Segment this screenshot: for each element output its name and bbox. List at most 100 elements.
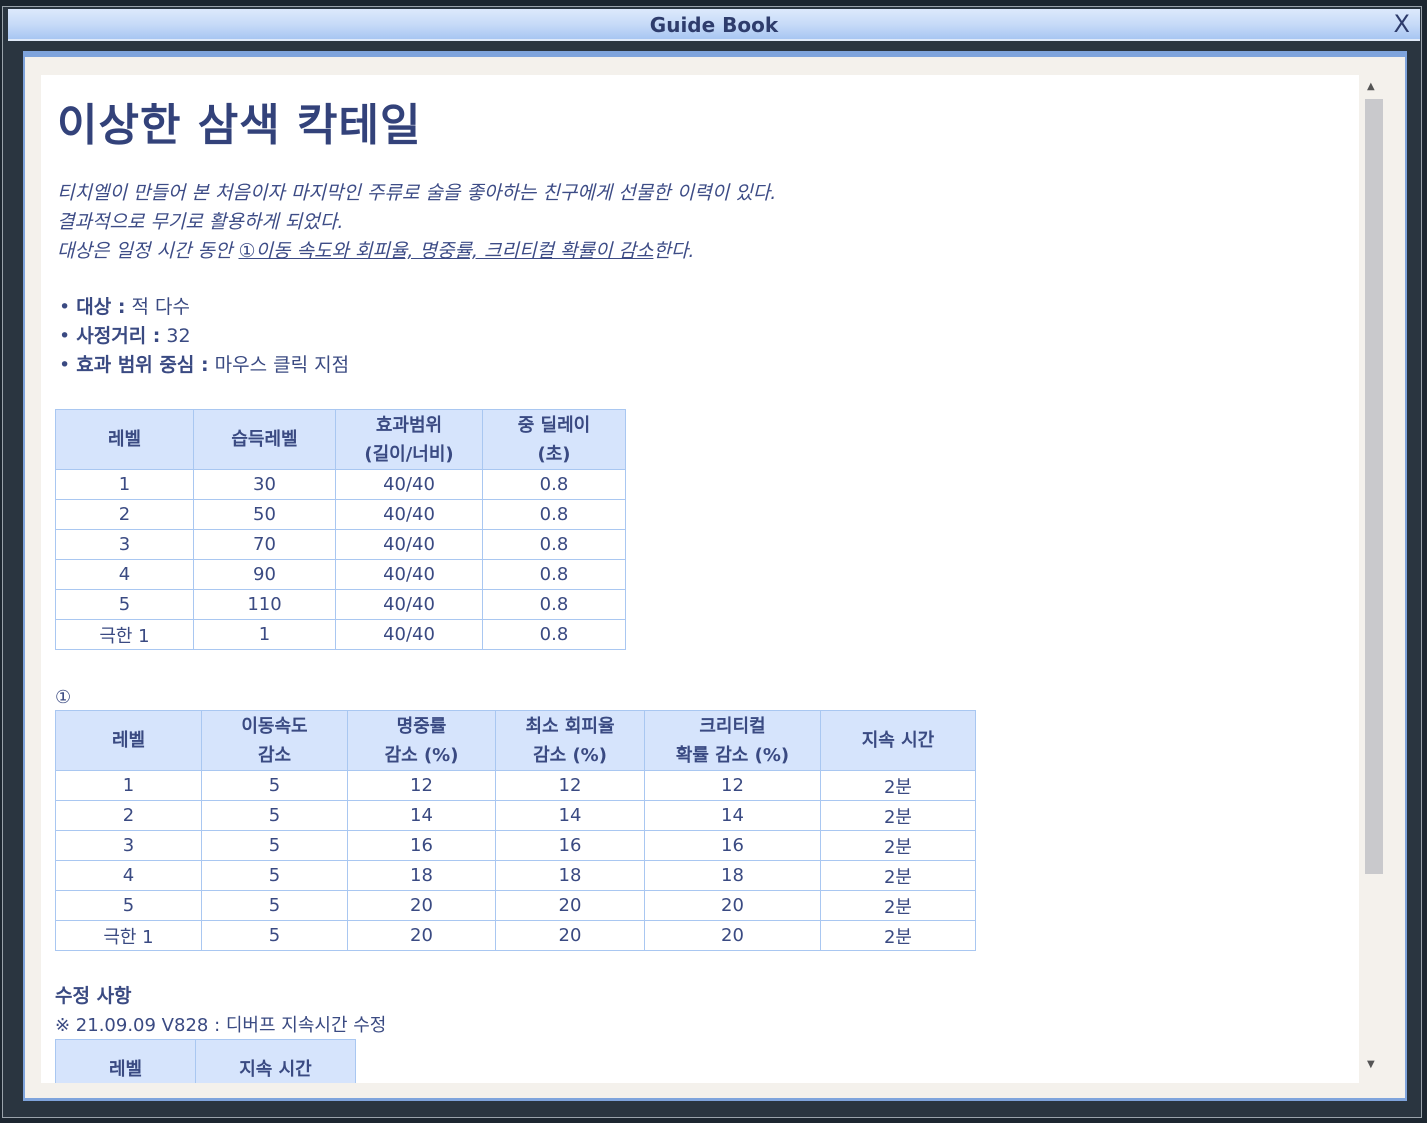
table-cell: 20 xyxy=(495,920,645,951)
table-cell: 40/40 xyxy=(335,469,483,500)
close-icon[interactable]: X xyxy=(1394,10,1410,38)
level-table: 레벨 습득레벨 효과범위 (길이/너비) 중 딜레이 (초) 1 30 40/40 0.8 2 50 4… xyxy=(55,409,626,650)
table-row: 극한 1 5 20 20 20 2분 xyxy=(55,920,976,951)
header-row: 레벨 이동속도 감소 명중률 감소 (%) 최소 회피율 감소 (%) 크리티컬 확률 감소 (… xyxy=(55,710,976,771)
table-cell: 50 xyxy=(193,499,336,530)
table-cell: 30 xyxy=(193,469,336,500)
table-cell: 18 xyxy=(347,860,496,891)
table-cell: 40/40 xyxy=(335,529,483,560)
table-cell: 5 xyxy=(201,860,348,891)
table-cell: 40/40 xyxy=(335,559,483,590)
table-row: 2 50 40/40 0.8 xyxy=(55,499,626,530)
list-item: • 사정거리 : 32 xyxy=(59,325,191,347)
change-table: 레벨 지속 시간 xyxy=(55,1039,356,1083)
table-cell: 0.8 xyxy=(482,619,626,650)
table-cell: 0.8 xyxy=(482,469,626,500)
table-cell: 1 xyxy=(193,619,336,650)
column-header: 효과범위 (길이/너비) xyxy=(335,409,483,470)
table-cell: 12 xyxy=(495,770,645,801)
table-cell: 20 xyxy=(644,920,821,951)
table-cell: 5 xyxy=(201,830,348,861)
table-cell: 18 xyxy=(644,860,821,891)
table-cell: 110 xyxy=(193,589,336,620)
table-cell: 12 xyxy=(644,770,821,801)
column-header: 지속 시간 xyxy=(820,710,976,771)
table-row: 2 5 14 14 14 2분 xyxy=(55,800,976,831)
desc-text: 대상은 일정 시간 동안 xyxy=(57,240,239,262)
scroll-up-icon[interactable]: ▲ xyxy=(1367,81,1375,92)
guide-content: 이상한 삼색 칵테일 티치엘이 만들어 본 처음이자 마지막인 주류로 술을 좋… xyxy=(41,75,1359,1083)
column-header: 레벨 xyxy=(55,409,194,470)
table-cell: 2분 xyxy=(820,830,976,861)
table-cell: 1 xyxy=(55,770,202,801)
table-cell: 5 xyxy=(55,589,194,620)
table-cell: 5 xyxy=(201,770,348,801)
table-cell: 16 xyxy=(495,830,645,861)
table-cell: 4 xyxy=(55,559,194,590)
table-row: 5 5 20 20 20 2분 xyxy=(55,890,976,921)
table-cell: 16 xyxy=(644,830,821,861)
table-cell: 16 xyxy=(347,830,496,861)
table-cell: 5 xyxy=(55,890,202,921)
column-header: 레벨 xyxy=(55,1039,196,1083)
table-cell: 2분 xyxy=(820,770,976,801)
desc-link[interactable]: ①이동 속도와 회피율, 명중률, 크리티컬 확률이 감소 xyxy=(238,240,653,262)
table-cell: 5 xyxy=(201,920,348,951)
table-cell: 20 xyxy=(495,890,645,921)
column-header: 크리티컬 확률 감소 (%) xyxy=(644,710,821,771)
title-bar[interactable]: Guide Book X xyxy=(8,9,1420,41)
scrollbar[interactable]: ▲ ▼ xyxy=(1361,75,1385,1083)
column-header: 이동속도 감소 xyxy=(201,710,348,771)
list-item: • 효과 범위 중심 : 마우스 클릭 지점 xyxy=(59,354,350,376)
table-row: 4 5 18 18 18 2분 xyxy=(55,860,976,891)
table-cell: 2 xyxy=(55,499,194,530)
table-row: 1 5 12 12 12 2분 xyxy=(55,770,976,801)
table-cell: 14 xyxy=(347,800,496,831)
scroll-thumb[interactable] xyxy=(1365,99,1383,874)
table-cell: 18 xyxy=(495,860,645,891)
table-cell: 2 xyxy=(55,800,202,831)
content-panel: 이상한 삼색 칵테일 티치엘이 만들어 본 처음이자 마지막인 주류로 술을 좋… xyxy=(23,51,1407,1101)
table-cell: 12 xyxy=(347,770,496,801)
table-row: 4 90 40/40 0.8 xyxy=(55,559,626,590)
window-title: Guide Book xyxy=(649,13,779,37)
table-row: 1 30 40/40 0.8 xyxy=(55,469,626,500)
desc-line: 대상은 일정 시간 동안 ①이동 속도와 회피율, 명중률, 크리티컬 확률이 … xyxy=(57,237,776,266)
page-title: 이상한 삼색 칵테일 xyxy=(57,100,422,151)
table-row: 5 110 40/40 0.8 xyxy=(55,589,626,620)
table-cell: 70 xyxy=(193,529,336,560)
desc-text: 한다. xyxy=(653,240,695,262)
column-header: 명중률 감소 (%) xyxy=(347,710,496,771)
table-cell: 0.8 xyxy=(482,529,626,560)
header-row: 레벨 습득레벨 효과범위 (길이/너비) 중 딜레이 (초) xyxy=(55,409,626,470)
table-cell: 4 xyxy=(55,860,202,891)
desc-line: 티치엘이 만들어 본 처음이자 마지막인 주류로 술을 좋아하는 친구에게 선물… xyxy=(57,182,777,204)
table-cell: 40/40 xyxy=(335,619,483,650)
table-cell: 1 xyxy=(55,469,194,500)
table-cell: 2분 xyxy=(820,920,976,951)
table-cell: 3 xyxy=(55,830,202,861)
table-cell: 20 xyxy=(347,920,496,951)
table-cell: 20 xyxy=(347,890,496,921)
table-cell: 0.8 xyxy=(482,559,626,590)
footnote-marker: ① xyxy=(55,687,72,708)
column-header: 레벨 xyxy=(55,710,202,771)
change-note: ※ 21.09.09 V828 : 디버프 지속시간 수정 xyxy=(55,1015,387,1036)
column-header: 중 딜레이 (초) xyxy=(482,409,626,470)
table-cell: 0.8 xyxy=(482,589,626,620)
changes-heading: 수정 사항 xyxy=(55,985,132,1007)
table-cell: 14 xyxy=(644,800,821,831)
list-item: • 대상 : 적 다수 xyxy=(59,296,190,318)
table-cell: 2분 xyxy=(820,800,976,831)
table-cell: 0.8 xyxy=(482,499,626,530)
table-cell: 5 xyxy=(201,890,348,921)
table-cell: 2분 xyxy=(820,860,976,891)
table-row: 3 5 16 16 16 2분 xyxy=(55,830,976,861)
column-header: 지속 시간 xyxy=(195,1039,356,1083)
guide-book-window: Guide Book X 이상한 삼색 칵테일 티치엘이 만들어 본 처음이자 … xyxy=(2,6,1422,1118)
table-row: 3 70 40/40 0.8 xyxy=(55,529,626,560)
desc-line: 결과적으로 무기로 활용하게 되었다. xyxy=(57,211,344,233)
table-cell: 극한 1 xyxy=(55,920,202,951)
scroll-down-icon[interactable]: ▼ xyxy=(1367,1059,1375,1070)
table-cell: 40/40 xyxy=(335,589,483,620)
